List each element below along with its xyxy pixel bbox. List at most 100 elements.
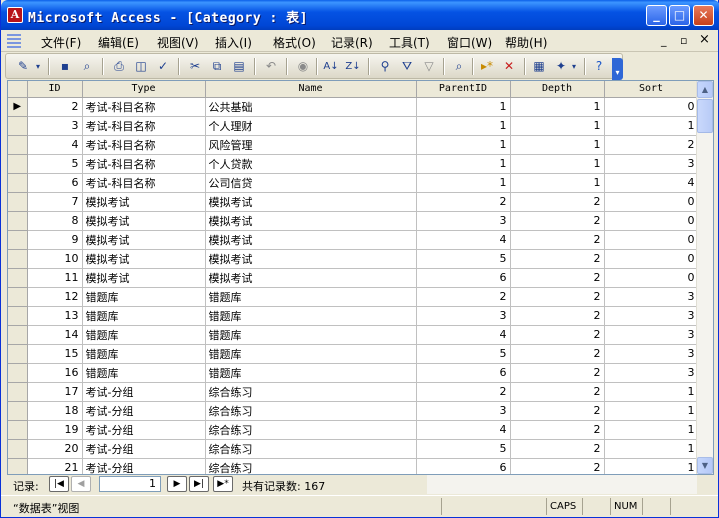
table-row[interactable]: 14 错题库 错题库 4 2 3 (8, 325, 699, 345)
menu-records[interactable]: 记录(R) (331, 34, 373, 51)
table-row[interactable]: 11 模拟考试 模拟考试 6 2 0 (8, 268, 699, 288)
cell-depth[interactable]: 2 (510, 458, 605, 474)
cell-parentid[interactable]: 3 (416, 306, 511, 326)
table-row[interactable]: 3 考试-科目名称 个人理财 1 1 1 (8, 116, 699, 136)
column-header-type[interactable]: Type (82, 81, 206, 98)
column-header-name[interactable]: Name (205, 81, 417, 98)
cell-type[interactable]: 错题库 (82, 325, 206, 345)
cell-id[interactable]: 12 (27, 287, 83, 307)
table-row[interactable]: 17 考试-分组 综合练习 2 2 1 (8, 382, 699, 402)
cell-name[interactable]: 综合练习 (205, 401, 417, 421)
cell-type[interactable]: 考试-分组 (82, 420, 206, 440)
cell-parentid[interactable]: 5 (416, 439, 511, 459)
cell-depth[interactable]: 2 (510, 325, 605, 345)
cell-depth[interactable]: 2 (510, 268, 605, 288)
cell-sort[interactable]: 1 (604, 420, 699, 440)
current-record-field[interactable]: 1 (99, 476, 161, 492)
toolbar-options-chevron-icon[interactable]: ▾ (612, 58, 623, 80)
cell-type[interactable]: 考试-科目名称 (82, 173, 206, 193)
first-record-button[interactable]: |◀ (49, 476, 69, 492)
cell-name[interactable]: 错题库 (205, 344, 417, 364)
cell-parentid[interactable]: 4 (416, 325, 511, 345)
cell-sort[interactable]: 3 (604, 287, 699, 307)
previous-record-button[interactable]: ◀ (71, 476, 91, 492)
cell-name[interactable]: 风险管理 (205, 135, 417, 155)
menu-grip-icon[interactable] (7, 34, 21, 48)
maximize-button[interactable]: □ (669, 5, 690, 26)
sort-ascending-icon[interactable]: A↓ (322, 58, 340, 75)
cell-type[interactable]: 模拟考试 (82, 230, 206, 250)
cell-sort[interactable]: 3 (604, 363, 699, 383)
cell-type[interactable]: 模拟考试 (82, 249, 206, 269)
record-selector[interactable] (8, 344, 28, 364)
horizontal-scroll-area[interactable] (427, 475, 697, 494)
save-icon[interactable]: ▪ (56, 58, 74, 75)
table-row[interactable]: 8 模拟考试 模拟考试 3 2 0 (8, 211, 699, 231)
cell-parentid[interactable]: 3 (416, 401, 511, 421)
cell-name[interactable]: 综合练习 (205, 420, 417, 440)
cell-parentid[interactable]: 2 (416, 287, 511, 307)
cell-sort[interactable]: 0 (604, 268, 699, 288)
cell-id[interactable]: 15 (27, 344, 83, 364)
table-row[interactable]: 21 考试-分组 综合练习 6 2 1 (8, 458, 699, 474)
cell-sort[interactable]: 0 (604, 249, 699, 269)
cell-depth[interactable]: 2 (510, 401, 605, 421)
cell-id[interactable]: 8 (27, 211, 83, 231)
cell-name[interactable]: 错题库 (205, 287, 417, 307)
column-header-id[interactable]: ID (27, 81, 83, 98)
menu-window[interactable]: 窗口(W) (447, 34, 492, 51)
print-preview-icon[interactable]: ◫ (132, 58, 150, 75)
table-row[interactable]: 10 模拟考试 模拟考试 5 2 0 (8, 249, 699, 269)
table-row[interactable]: 7 模拟考试 模拟考试 2 2 0 (8, 192, 699, 212)
find-icon[interactable]: ⌕ (450, 58, 468, 75)
cell-sort[interactable]: 1 (604, 116, 699, 136)
menu-file[interactable]: 文件(F) (41, 34, 81, 51)
cell-id[interactable]: 14 (27, 325, 83, 345)
title-bar[interactable]: A Microsoft Access - [Category : 表] _ □ … (1, 0, 719, 30)
search-icon[interactable]: ⌕ (78, 58, 96, 75)
cell-parentid[interactable]: 6 (416, 363, 511, 383)
cell-id[interactable]: 9 (27, 230, 83, 250)
cell-id[interactable]: 21 (27, 458, 83, 474)
table-row[interactable]: 16 错题库 错题库 6 2 3 (8, 363, 699, 383)
table-row[interactable]: 15 错题库 错题库 5 2 3 (8, 344, 699, 364)
new-object-dropdown-icon[interactable]: ▾ (570, 58, 578, 75)
cell-type[interactable]: 考试-科目名称 (82, 97, 206, 117)
cell-type[interactable]: 错题库 (82, 344, 206, 364)
column-header-depth[interactable]: Depth (510, 81, 605, 98)
record-selector[interactable] (8, 401, 28, 421)
scroll-down-icon[interactable]: ▼ (697, 457, 713, 474)
cell-parentid[interactable]: 5 (416, 344, 511, 364)
cell-id[interactable]: 5 (27, 154, 83, 174)
table-row[interactable]: 5 考试-科目名称 个人贷款 1 1 3 (8, 154, 699, 174)
cell-name[interactable]: 模拟考试 (205, 211, 417, 231)
cell-parentid[interactable]: 1 (416, 116, 511, 136)
record-selector[interactable] (8, 230, 28, 250)
cell-type[interactable]: 考试-分组 (82, 439, 206, 459)
cell-sort[interactable]: 2 (604, 135, 699, 155)
apply-filter-icon[interactable]: ▽ (420, 58, 438, 75)
delete-record-icon[interactable]: ✕ (500, 58, 518, 75)
record-selector[interactable] (8, 306, 28, 326)
column-header-sort[interactable]: Sort (604, 81, 699, 98)
cell-name[interactable]: 模拟考试 (205, 230, 417, 250)
cell-type[interactable]: 模拟考试 (82, 268, 206, 288)
record-selector[interactable] (8, 173, 28, 193)
cell-type[interactable]: 模拟考试 (82, 192, 206, 212)
mdi-minimize-button[interactable]: _ (661, 34, 667, 47)
cell-depth[interactable]: 1 (510, 97, 605, 117)
sort-descending-icon[interactable]: Z↓ (344, 58, 362, 75)
spelling-icon[interactable]: ✓ (154, 58, 172, 75)
cell-sort[interactable]: 3 (604, 306, 699, 326)
record-selector[interactable] (8, 458, 28, 474)
cell-name[interactable]: 模拟考试 (205, 268, 417, 288)
cell-sort[interactable]: 0 (604, 192, 699, 212)
table-row[interactable]: 19 考试-分组 综合练习 4 2 1 (8, 420, 699, 440)
cell-id[interactable]: 11 (27, 268, 83, 288)
cell-id[interactable]: 19 (27, 420, 83, 440)
cell-name[interactable]: 个人理财 (205, 116, 417, 136)
cell-parentid[interactable]: 2 (416, 382, 511, 402)
cell-type[interactable]: 考试-分组 (82, 382, 206, 402)
cell-depth[interactable]: 2 (510, 363, 605, 383)
cell-parentid[interactable]: 5 (416, 249, 511, 269)
